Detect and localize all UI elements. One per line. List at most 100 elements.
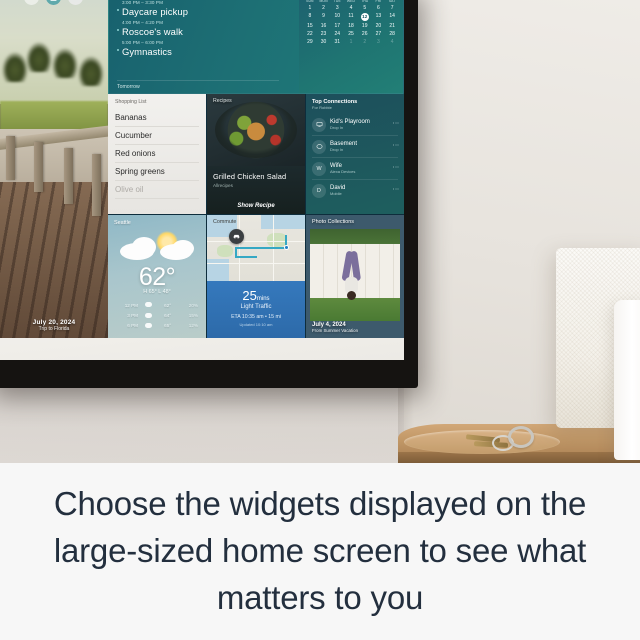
weather-widget[interactable]: Seattle 62° H 65° L 48° 12 PM 62° 20% 3 …	[108, 215, 206, 338]
weather-temperature: 62°	[138, 263, 176, 291]
hour-label: 6 PM	[127, 323, 138, 329]
calendar-date-cell[interactable]: 21	[385, 23, 399, 29]
calendar-date-cell[interactable]: 2	[358, 39, 372, 45]
calendar-date-cell[interactable]: 31	[330, 39, 344, 45]
more-vertical-icon[interactable]: ⋮	[392, 142, 398, 148]
more-options-button[interactable]	[68, 0, 83, 5]
list-item[interactable]: W Wife Alexa Devices ⋮	[312, 158, 398, 180]
calendar-date-cell[interactable]: 1	[344, 39, 358, 45]
event-title: Gymnastics	[122, 45, 172, 57]
calendar-date-cell[interactable]: 8	[303, 13, 317, 21]
collection-name: From Summer Vacation	[312, 328, 359, 333]
more-vertical-icon[interactable]: ⋮	[392, 120, 398, 126]
weather-hourly-list: 12 PM 62° 20% 3 PM 64° 15% 6 PM 65° 12%	[116, 300, 198, 331]
calendar-date-cell[interactable]: 24	[330, 31, 344, 37]
list-item[interactable]: Bananas	[115, 109, 199, 127]
calendar-date-cell[interactable]: 16	[317, 23, 331, 29]
commute-minutes-unit: mins	[256, 296, 270, 302]
calendar-day-header: FRI	[375, 0, 382, 3]
calendar-widget[interactable]: Today 3:00 PM – 3:30 PM Daycare pickup	[108, 0, 404, 94]
hour-temp: 65°	[164, 323, 172, 329]
cloud-icon	[144, 312, 152, 318]
shopping-list-header: Shopping List	[115, 99, 147, 105]
list-item[interactable]: Kid's Playroom Drop In ⋮	[312, 114, 398, 136]
event-title: Roscoe's walk	[122, 25, 183, 37]
commute-eta: ETA 10:35 am • 15 mi	[231, 314, 281, 320]
echo-show-screen: July 20, 2024 Trip to Florida 1	[0, 0, 404, 338]
calendar-date-cell[interactable]: 23	[317, 31, 331, 37]
calendar-date-cell[interactable]: 2	[317, 5, 331, 11]
calendar-date-cell[interactable]: 27	[372, 31, 386, 37]
calendar-date-cell[interactable]: 28	[385, 31, 399, 37]
calendar-grid: SUN MON TUE WED THU FRI SAT 1 2 3 4 5 6 7 8 9 10 11 12 13 14…	[303, 0, 399, 45]
ambient-photo-pane[interactable]: July 20, 2024 Trip to Florida	[0, 0, 108, 338]
calendar-date-cell[interactable]: 5	[358, 5, 372, 11]
hour-precip: 12%	[188, 323, 198, 329]
agenda-event[interactable]: 3:00 PM – 3:30 PM Daycare pickup	[117, 0, 291, 17]
notifications-button[interactable]: 1	[24, 0, 39, 5]
calendar-date-cell[interactable]: 4	[344, 5, 358, 11]
calendar-date-cell[interactable]: 7	[385, 5, 399, 11]
list-item[interactable]: Olive oil	[115, 181, 199, 199]
list-item[interactable]: Spring greens	[115, 163, 199, 181]
list-item[interactable]: Cucumber	[115, 127, 199, 145]
calendar-date-cell[interactable]: 18	[344, 23, 358, 29]
traffic-status: Light Traffic	[240, 304, 272, 310]
calendar-date-cell[interactable]: 3	[372, 39, 386, 45]
calendar-date-cell[interactable]: 29	[303, 39, 317, 45]
commute-label: Commute	[213, 219, 237, 225]
agenda-list[interactable]: Today 3:00 PM – 3:30 PM Daycare pickup	[109, 0, 299, 93]
status-bar: 1	[24, 0, 108, 8]
recipes-widget[interactable]: Recipes Grilled Chicken Salad Allrecipes…	[207, 94, 305, 214]
calendar-date-cell[interactable]: 12	[358, 13, 372, 21]
show-recipe-button[interactable]: Show Recipe	[207, 203, 305, 209]
agenda-event[interactable]: 4:00 PM – 4:20 PM Roscoe's walk	[117, 20, 291, 37]
photo-collections-widget[interactable]: Photo Collections July 4, 2024 From Summ…	[306, 215, 404, 338]
calendar-date-cell[interactable]: 1	[303, 5, 317, 11]
frame-mat: July 20, 2024 Trip to Florida 1	[0, 0, 404, 360]
calendar-date-cell[interactable]: 22	[303, 31, 317, 37]
top-connections-widget[interactable]: Top Connections For Robbie Kid's Playroo…	[306, 94, 404, 214]
agenda-event[interactable]: 5:00 PM – 6:00 PM Gymnastics	[117, 40, 291, 57]
calendar-day-header: THU	[361, 0, 369, 3]
calendar-date-cell[interactable]: 6	[372, 5, 386, 11]
hour-temp: 62°	[164, 302, 172, 308]
month-calendar[interactable]: December 2024 SUNMONTUEWEDTHUFRISAT12345…	[299, 0, 403, 93]
echo-show-picture-frame: July 20, 2024 Trip to Florida 1	[0, 0, 418, 388]
list-item[interactable]: Red onions	[115, 145, 199, 163]
list-item[interactable]: D David Mobile ⋮	[312, 180, 398, 201]
event-time: 4:00 PM – 4:20 PM	[122, 20, 164, 25]
calendar-date-cell[interactable]: 30	[317, 39, 331, 45]
list-item[interactable]: Basement Drop In ⋮	[312, 136, 398, 158]
calendar-date-cell[interactable]: 11	[344, 13, 358, 21]
account-avatar[interactable]	[46, 0, 61, 5]
commute-minutes: 25	[242, 288, 257, 303]
calendar-date-cell[interactable]: 17	[330, 23, 344, 29]
more-vertical-icon[interactable]: ⋮	[392, 164, 398, 170]
connection-action: Drop In	[330, 125, 344, 130]
car-icon	[229, 229, 244, 244]
weather-icon-large	[116, 229, 198, 265]
calendar-date-cell[interactable]: 13	[372, 13, 386, 21]
person-handstand	[341, 250, 362, 300]
calendar-date-cell[interactable]: 9	[317, 13, 331, 21]
bullet-icon	[117, 29, 119, 31]
calendar-date-cell[interactable]: 3	[330, 5, 344, 11]
calendar-date-cell[interactable]: 14	[385, 13, 399, 21]
commute-widget[interactable]: Commute 25mins Light Traffic ETA 10:35 a…	[207, 215, 305, 338]
calendar-date-cell[interactable]: 25	[344, 31, 358, 37]
calendar-date-cell[interactable]: 4	[385, 39, 399, 45]
calendar-date-cell[interactable]: 10	[330, 13, 344, 21]
recipe-photo	[207, 94, 305, 166]
shelf-edge	[398, 452, 640, 463]
calendar-date-cell[interactable]: 19	[358, 23, 372, 29]
shopping-list-widget[interactable]: Shopping List Bananas Cucumber Red onion…	[108, 94, 206, 214]
more-vertical-icon[interactable]: ⋮	[392, 186, 398, 192]
weather-high-low: H 65° L 48°	[143, 289, 171, 295]
calendar-day-header: MON	[319, 0, 328, 3]
calendar-date-cell[interactable]: 15	[303, 23, 317, 29]
calendar-date-cell[interactable]: 20	[372, 23, 386, 29]
hour-precip: 20%	[188, 302, 198, 308]
hour-label: 12 PM	[124, 302, 138, 308]
calendar-date-cell[interactable]: 26	[358, 31, 372, 37]
